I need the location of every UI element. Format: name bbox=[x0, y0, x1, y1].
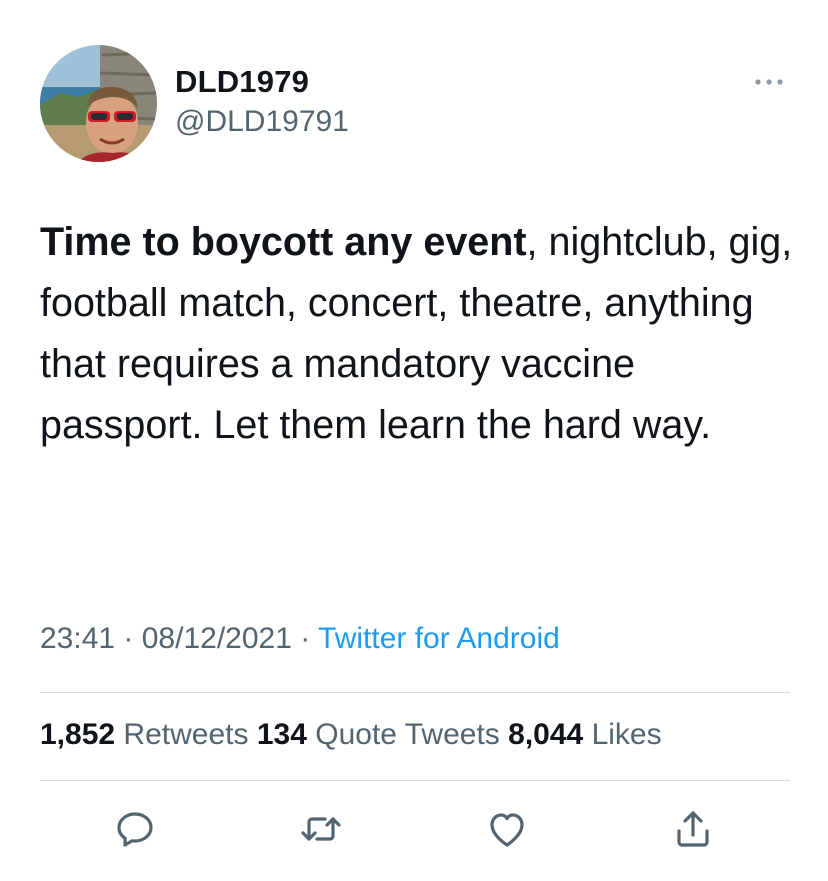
tweet-meta: 23:41 · 08/12/2021 · Twitter for Android bbox=[40, 622, 560, 656]
like-button[interactable] bbox=[483, 805, 531, 853]
more-dots-icon bbox=[755, 79, 783, 85]
retweets-stat[interactable]: 1,852 Retweets bbox=[40, 718, 248, 751]
avatar-photo bbox=[40, 45, 157, 162]
divider bbox=[40, 692, 790, 693]
more-options-button[interactable] bbox=[745, 62, 793, 102]
tweet-date[interactable]: 08/12/2021 bbox=[142, 622, 292, 655]
meta-separator: · bbox=[291, 622, 319, 655]
tweet-text: Time to boycott any event, nightclub, gi… bbox=[40, 212, 800, 456]
likes-label: Likes bbox=[591, 718, 662, 751]
likes-stat[interactable]: 8,044 Likes bbox=[508, 718, 661, 751]
tweet-text-bold: Time to boycott any event bbox=[40, 220, 527, 264]
action-bar bbox=[0, 805, 828, 853]
retweet-button[interactable] bbox=[297, 805, 345, 853]
likes-count: 8,044 bbox=[508, 718, 584, 751]
tweet-source-link[interactable]: Twitter for Android bbox=[318, 622, 560, 655]
heart-icon bbox=[490, 813, 524, 847]
avatar[interactable] bbox=[40, 45, 157, 162]
tweet-stats: 1,852 Retweets 134 Quote Tweets 8,044 Li… bbox=[40, 718, 662, 752]
divider bbox=[40, 780, 790, 781]
tweet-time[interactable]: 23:41 bbox=[40, 622, 115, 655]
display-name[interactable]: DLD1979 bbox=[175, 64, 309, 100]
meta-separator: · bbox=[115, 622, 142, 655]
share-button[interactable] bbox=[669, 805, 717, 853]
reply-icon bbox=[117, 812, 153, 847]
tweet-card: DLD1979 @DLD19791 Time to boycott any ev… bbox=[0, 0, 828, 881]
quotes-count: 134 bbox=[256, 718, 307, 751]
retweet-icon bbox=[301, 817, 341, 841]
share-icon bbox=[677, 811, 709, 847]
quotes-label: Quote Tweets bbox=[315, 718, 500, 751]
quotes-stat[interactable]: 134 Quote Tweets bbox=[257, 718, 500, 751]
retweets-count: 1,852 bbox=[40, 718, 116, 751]
reply-button[interactable] bbox=[111, 805, 159, 853]
retweets-label: Retweets bbox=[123, 718, 249, 751]
user-handle[interactable]: @DLD19791 bbox=[175, 105, 349, 139]
